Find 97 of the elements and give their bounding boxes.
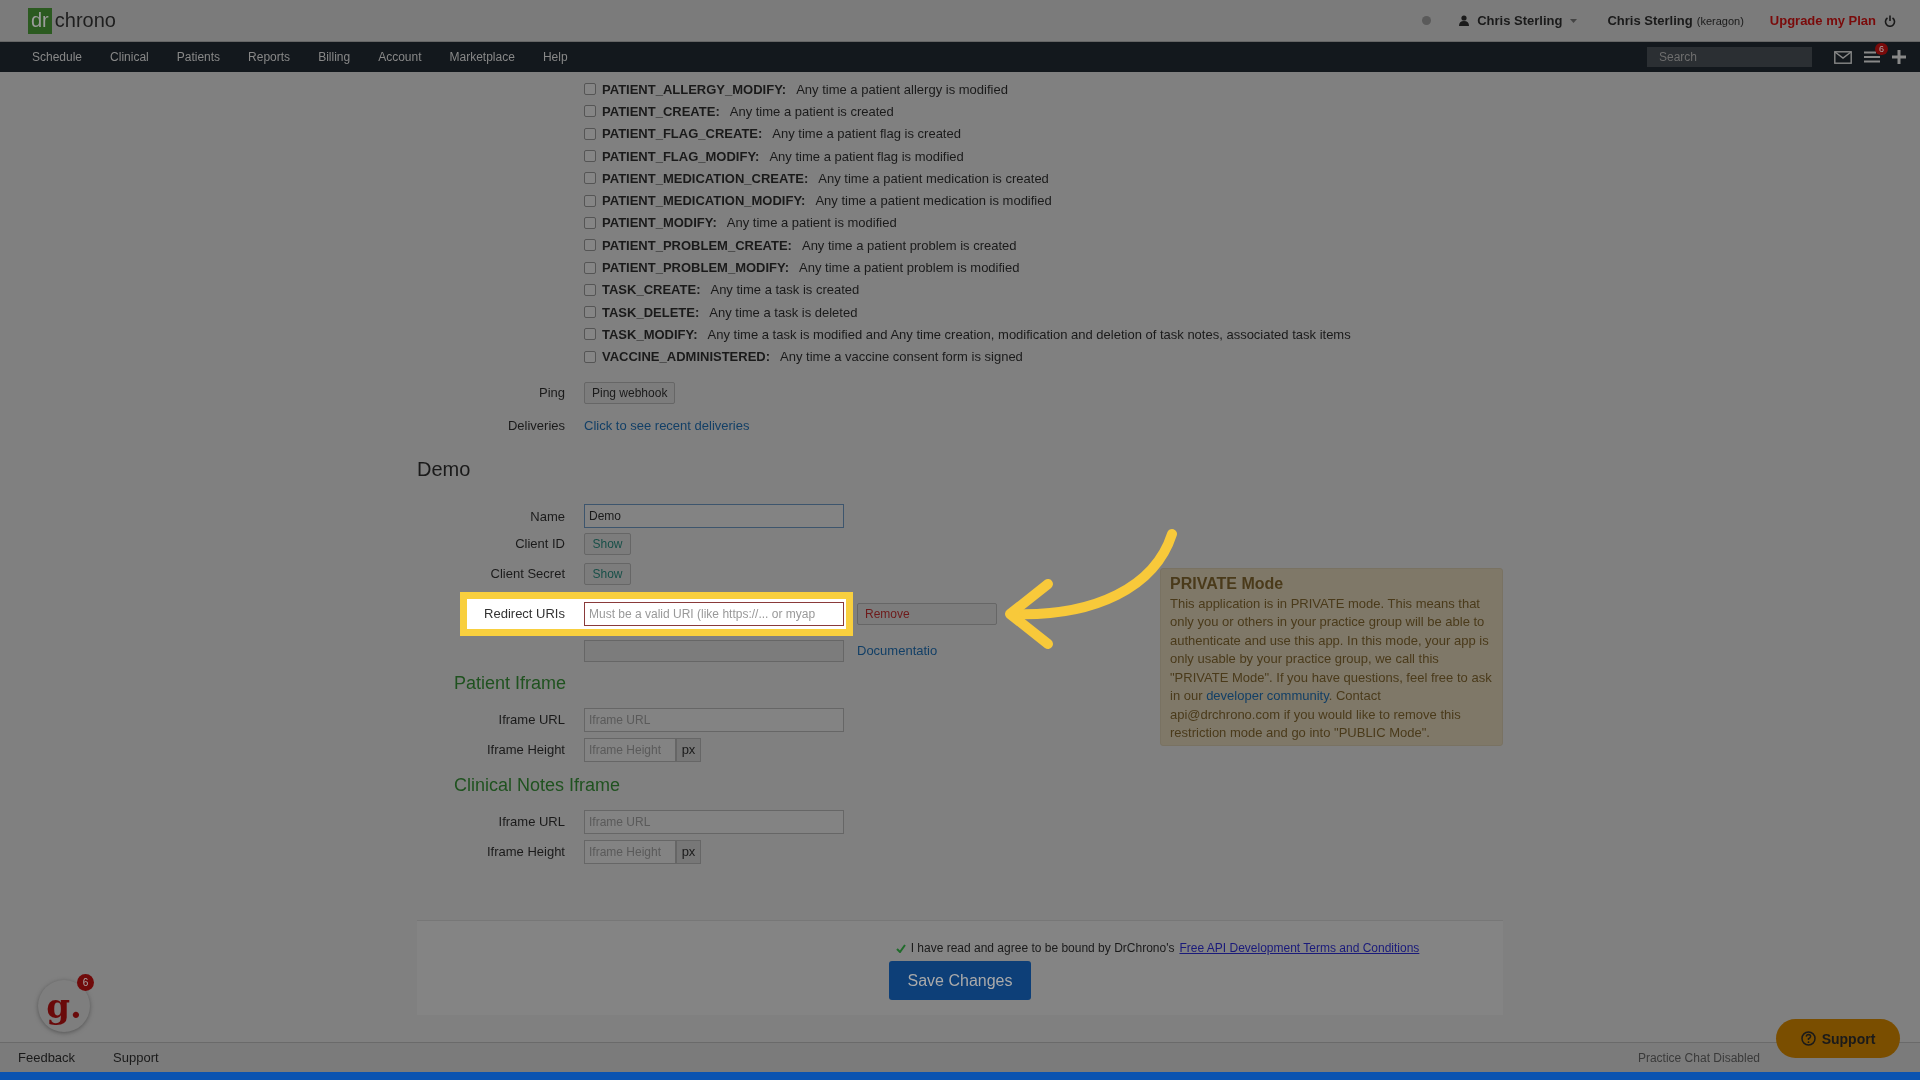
event-name: TASK_DELETE: (602, 304, 700, 320)
event-checkbox[interactable] (584, 350, 596, 363)
field-label: Deliveries (506, 418, 565, 434)
field-label: Client Secret (489, 566, 565, 582)
mail-icon[interactable] (1834, 50, 1852, 64)
event-description: Any time a patient medication is modified (815, 193, 1052, 209)
section-title: Patient Iframe (454, 672, 568, 695)
event-description: Any time a patient is created (729, 103, 894, 119)
show-button[interactable]: Show (584, 532, 631, 555)
ping-webhook-button[interactable]: Ping webhook (584, 381, 676, 404)
assistant-badge: 6 (77, 974, 94, 991)
field-label: Iframe URL (497, 712, 565, 728)
event-name: TASK_CREATE: (602, 282, 701, 298)
notice-title: PRIVATE Mode (1170, 574, 1285, 593)
event-checkbox[interactable] (584, 194, 596, 207)
show-button[interactable]: Show (584, 562, 631, 585)
event-name: PATIENT_CREATE: (602, 103, 720, 119)
event-description: Any time a patient flag is modified (769, 148, 964, 164)
event-description: Any time a patient medication is created (818, 170, 1049, 186)
event-checkbox[interactable] (584, 83, 596, 96)
event-description: Any time a patient problem is modified (799, 260, 1020, 275)
event-name: PATIENT_ALLERGY_MODIFY: (602, 81, 787, 97)
agreement-text: I have read and agree to be bound by DrChrono's (910, 941, 1175, 955)
redirect-uri-field[interactable]: Must be a valid URI (like https://... or myap (584, 601, 844, 626)
event-name: PATIENT_FLAG_MODIFY: (602, 148, 760, 164)
nav-item[interactable]: Clinical (110, 50, 149, 64)
field-label: Redirect URIs (483, 606, 565, 622)
event-name: PATIENT_MODIFY: (602, 215, 717, 231)
event-checkbox[interactable] (584, 239, 596, 252)
unit-addon: px (676, 839, 701, 864)
event-name: PATIENT_MEDICATION_MODIFY: (602, 193, 806, 209)
event-checkbox[interactable] (584, 261, 596, 274)
nav-item[interactable]: Help (542, 50, 568, 64)
power-icon[interactable] (1884, 14, 1896, 27)
account-name[interactable]: Chris Sterling (1607, 13, 1693, 28)
nav-item[interactable]: Billing (318, 50, 351, 64)
deliveries-link[interactable]: Click to see recent deliveries (584, 418, 750, 434)
event-checkbox[interactable] (584, 283, 596, 296)
event-description: Any time a task is created (710, 282, 860, 298)
list-icon[interactable] (1864, 51, 1880, 63)
terms-link[interactable]: Free API Development Terms and Conditions (1179, 941, 1420, 955)
notice-text: This application is in PRIVATE mode. This means that only you or others in your practice group will be able to authenticate and use this app. In this mode, your app is only usable by your practice group, we call this "PRIVATE Mode". If you have questions, feel free to ask in our developer community. Contact api@drchrono.com if you would like to remove this restriction mode and go into "PUBLIC Mode". (1170, 594, 1493, 743)
nav-item[interactable]: Patients (176, 50, 221, 64)
drchrono-logo[interactable]: dr chrono (28, 7, 116, 34)
save-changes-button[interactable]: Save Changes (889, 961, 1031, 1000)
user-menu[interactable]: Chris Sterling (1477, 13, 1563, 28)
field-label: Ping (537, 385, 565, 401)
nav-item[interactable]: Reports (248, 50, 291, 64)
name-field[interactable]: Demo (584, 504, 844, 529)
user-icon (1459, 15, 1470, 26)
event-name: PATIENT_FLAG_CREATE: (602, 126, 763, 142)
caret-icon (1570, 18, 1578, 23)
event-name: VACCINE_ADMINISTERED: (602, 349, 771, 365)
developer-community-link[interactable]: developer community (1206, 688, 1329, 704)
account-note: (keragon) (1696, 14, 1744, 27)
field-label: Name (529, 508, 565, 524)
event-description: Any time a vaccine consent form is signed (780, 349, 1023, 365)
nav-item[interactable]: Schedule (32, 50, 83, 64)
event-checkbox[interactable] (584, 216, 596, 229)
event-checkbox[interactable] (584, 306, 596, 319)
event-description: Any time a task is deleted (709, 304, 858, 320)
field-label: Iframe URL (497, 814, 565, 830)
unit-addon: px (676, 737, 701, 762)
event-description: Any time a patient is modified (726, 215, 897, 231)
plus-icon[interactable] (1892, 50, 1906, 64)
nav-item[interactable]: Account (378, 50, 422, 64)
event-checkbox[interactable] (584, 328, 596, 341)
field-label: Client ID (514, 536, 565, 552)
event-description: Any time a patient flag is created (772, 126, 961, 142)
remove-button[interactable]: Remove (857, 602, 997, 625)
nav-item[interactable]: Marketplace (449, 50, 515, 64)
status-dot-icon (1422, 16, 1432, 25)
event-name: PATIENT_PROBLEM_CREATE: (602, 237, 792, 253)
event-description: Any time a patient allergy is modified (796, 81, 1008, 97)
api-version-select[interactable] (584, 639, 844, 662)
section-title: Demo (417, 457, 472, 482)
search-field[interactable]: Search (1647, 47, 1812, 67)
event-checkbox[interactable] (584, 105, 596, 118)
event-checkbox[interactable] (584, 127, 596, 140)
event-description: Any time a task is modified and Any time creation, modification and deletion of task notes, associated task items (707, 326, 1351, 342)
footer-link[interactable]: Support (113, 1050, 159, 1065)
event-name: TASK_MODIFY: (602, 326, 698, 342)
event-name: PATIENT_MEDICATION_CREATE: (602, 170, 809, 186)
event-checkbox[interactable] (584, 172, 596, 185)
event-name: PATIENT_PROBLEM_MODIFY: (602, 260, 790, 275)
documentation-link[interactable]: Documentatio (857, 643, 938, 659)
section-title: Clinical Notes Iframe (454, 774, 622, 797)
help-icon (1800, 1031, 1816, 1046)
event-description: Any time a patient problem is created (801, 237, 1017, 253)
footer-link[interactable]: Feedback (18, 1050, 76, 1065)
support-button[interactable]: Support (1776, 1019, 1900, 1058)
field-label: Iframe Height (485, 742, 565, 758)
field-label: Iframe Height (485, 844, 565, 860)
chat-status: Practice Chat Disabled (1637, 1050, 1760, 1065)
notification-badge: 6 (1875, 43, 1888, 55)
upgrade-link[interactable]: Upgrade my Plan (1769, 13, 1876, 28)
event-checkbox[interactable] (584, 150, 596, 163)
